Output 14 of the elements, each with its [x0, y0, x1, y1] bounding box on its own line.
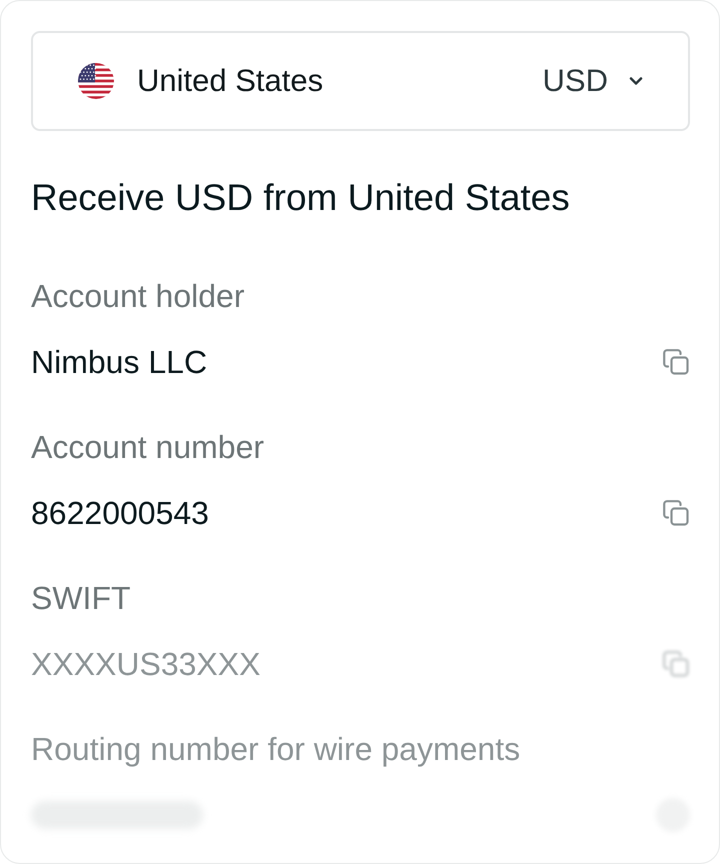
section-heading: Receive USD from United States [31, 178, 570, 218]
copy-icon[interactable] [663, 349, 689, 375]
currency-code: USD [542, 63, 608, 99]
field-value: Nimbus LLC [31, 343, 208, 382]
field-label: Account number [31, 428, 264, 467]
field-value: XXXXUS33XXX [31, 645, 260, 684]
field-label: Routing number for wire payments [31, 730, 520, 769]
country-name: United States [137, 63, 324, 99]
field-label: SWIFT [31, 579, 131, 618]
us-flag-icon [78, 63, 114, 99]
country-currency-select[interactable]: United States USD [31, 31, 690, 131]
field-label: Account holder [31, 277, 244, 316]
copy-icon[interactable] [663, 500, 689, 526]
field-value: 8622000543 [31, 494, 209, 533]
